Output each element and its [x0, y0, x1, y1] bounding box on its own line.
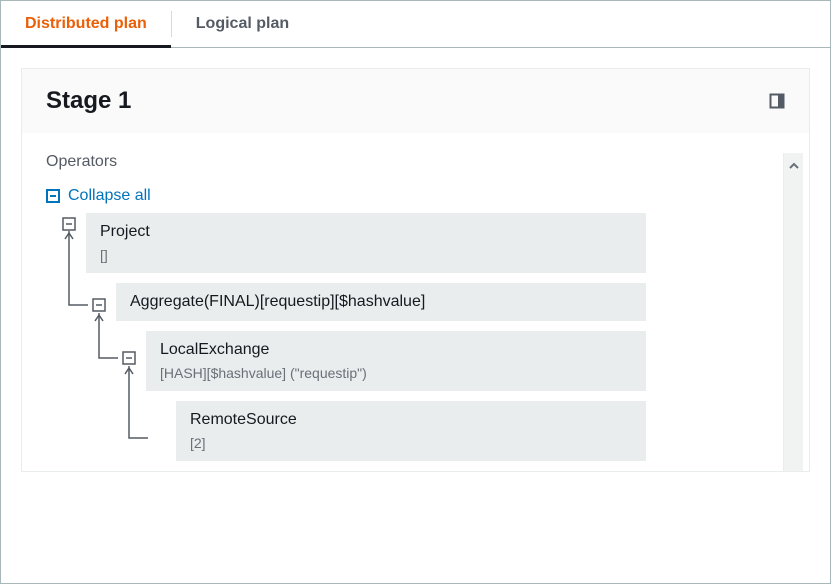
- tree-node: Project []: [46, 213, 777, 283]
- node-aggregate[interactable]: Aggregate(FINAL)[requestip][$hashvalue]: [116, 283, 646, 321]
- node-title: LocalExchange: [160, 341, 632, 359]
- stage-title: Stage 1: [46, 87, 131, 115]
- tab-distributed-plan[interactable]: Distributed plan: [1, 1, 171, 47]
- node-subtitle: [HASH][$hashvalue] ("requestip"): [160, 365, 632, 381]
- collapse-all-link[interactable]: Collapse all: [68, 187, 151, 205]
- tabs-bar: Distributed plan Logical plan: [1, 1, 830, 48]
- tree-toggle-icon[interactable]: [122, 351, 136, 365]
- content-area: Stage 1 Operators Coll: [1, 48, 830, 492]
- stage-body: Operators Collapse all: [22, 133, 809, 471]
- node-title: Project: [100, 223, 632, 241]
- collapse-all-row: Collapse all: [46, 187, 777, 205]
- scrollbar[interactable]: [783, 153, 803, 471]
- panel-icon[interactable]: [769, 93, 785, 109]
- node-project[interactable]: Project []: [86, 213, 646, 273]
- node-title: Aggregate(FINAL)[requestip][$hashvalue]: [130, 293, 632, 311]
- tree-node: LocalExchange [HASH][$hashvalue] ("reque…: [46, 331, 777, 401]
- tree-toggle-icon[interactable]: [92, 298, 106, 312]
- node-subtitle: []: [100, 247, 632, 263]
- stage-header: Stage 1: [22, 69, 809, 133]
- tab-logical-plan[interactable]: Logical plan: [172, 1, 313, 47]
- scroll-up-icon[interactable]: [788, 159, 800, 175]
- node-localexchange[interactable]: LocalExchange [HASH][$hashvalue] ("reque…: [146, 331, 646, 391]
- operator-tree: Project [] Aggregate(FINAL)[requestip][$…: [46, 213, 777, 471]
- node-remotesource[interactable]: RemoteSource [2]: [176, 401, 646, 461]
- tree-node: RemoteSource [2]: [46, 401, 777, 471]
- stage-panel: Stage 1 Operators Coll: [21, 68, 810, 472]
- collapse-all-icon[interactable]: [46, 189, 60, 203]
- tree-node: Aggregate(FINAL)[requestip][$hashvalue]: [46, 283, 777, 331]
- node-title: RemoteSource: [190, 411, 632, 429]
- tree-toggle-icon[interactable]: [62, 217, 76, 231]
- operators-label: Operators: [46, 153, 777, 171]
- node-subtitle: [2]: [190, 435, 632, 451]
